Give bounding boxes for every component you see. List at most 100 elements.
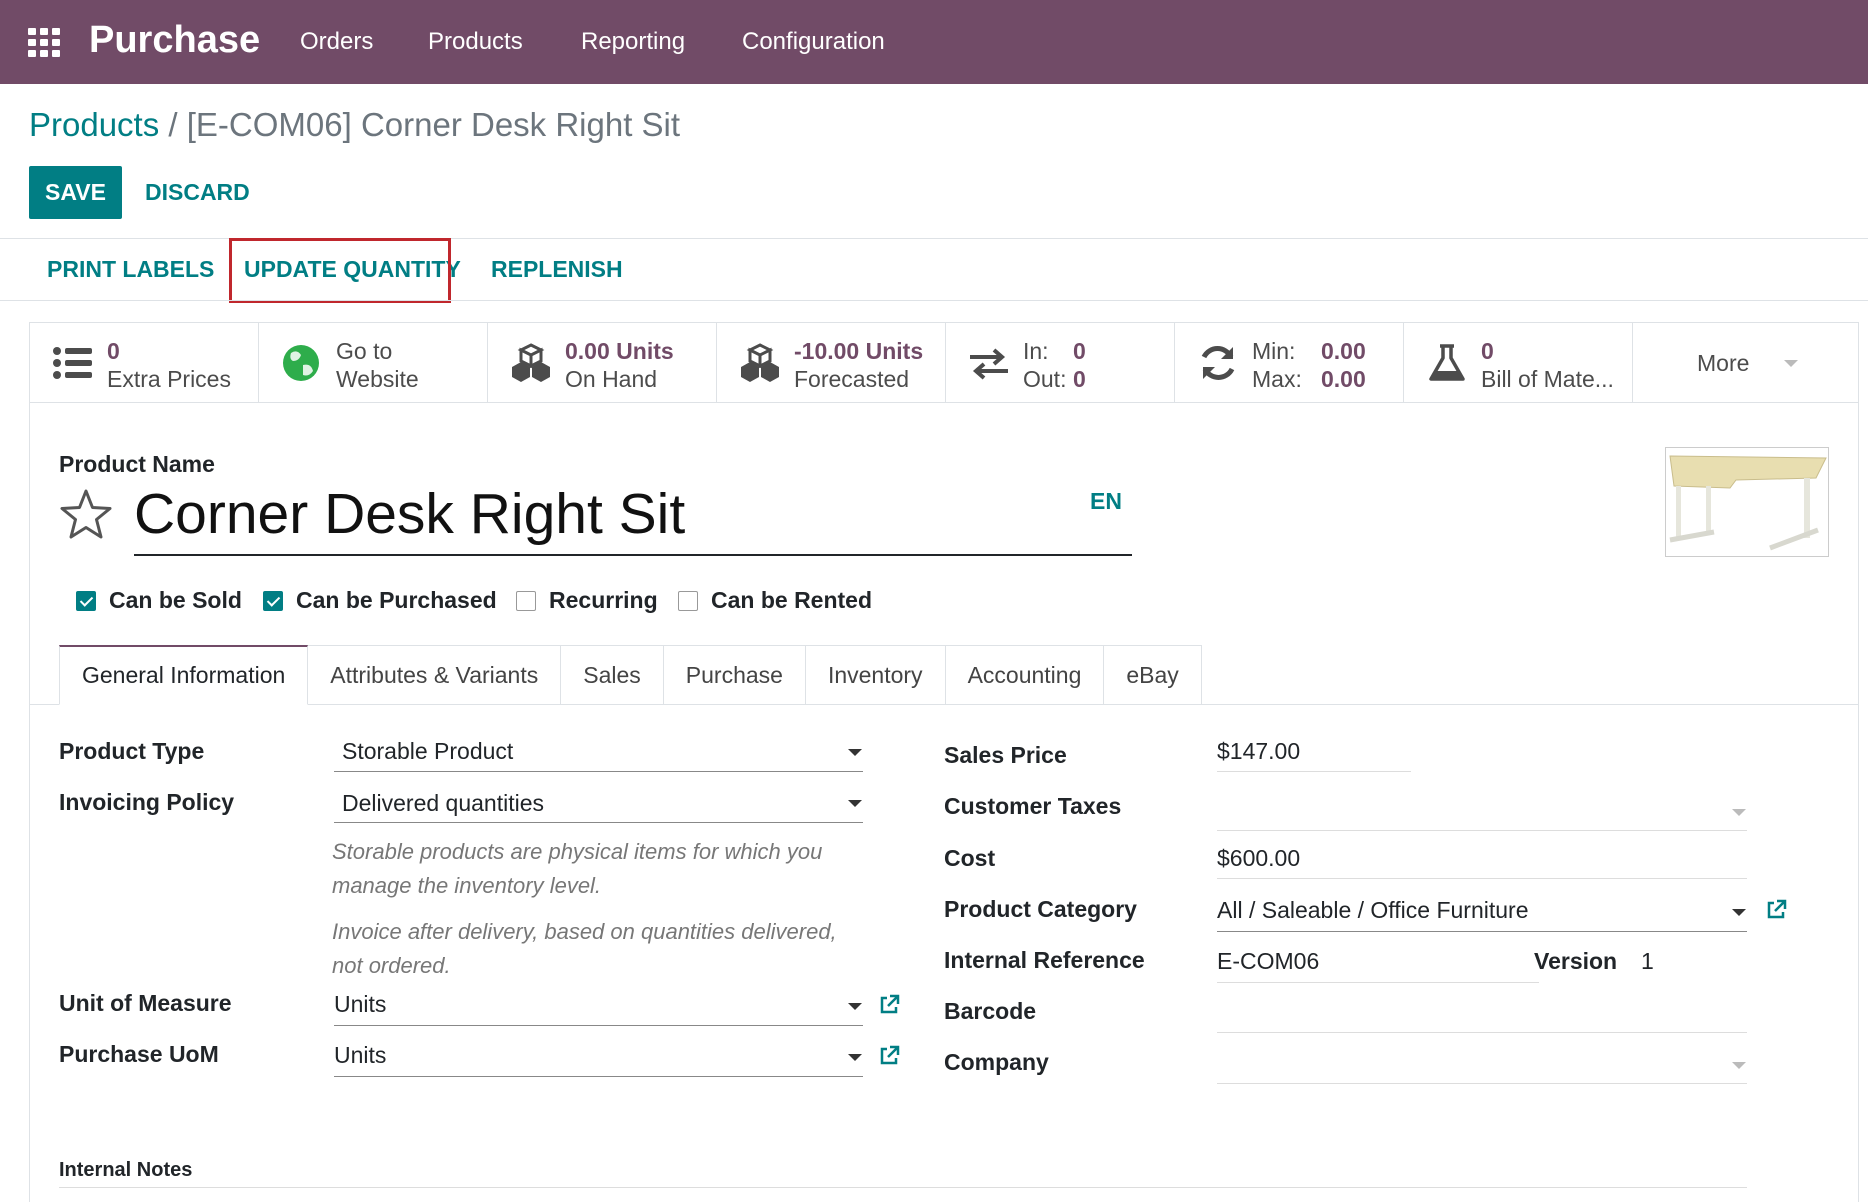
caret-down-icon[interactable] bbox=[848, 1003, 862, 1010]
caret-down-icon[interactable] bbox=[848, 749, 862, 756]
product-type-help-text: Storable products are physical items for… bbox=[332, 839, 823, 898]
go-to-website-button[interactable]: Go to Website bbox=[259, 323, 488, 402]
more-dropdown[interactable]: More bbox=[1633, 323, 1858, 402]
globe-icon bbox=[283, 345, 319, 381]
min-label: Min: bbox=[1252, 338, 1296, 364]
smart-buttons-row: 0 Extra Prices Go to Website 0.00 Units … bbox=[30, 323, 1858, 403]
tab-accounting[interactable]: Accounting bbox=[945, 645, 1105, 705]
caret-down-icon[interactable] bbox=[848, 1054, 862, 1061]
product-image[interactable] bbox=[1665, 447, 1829, 557]
menu-reporting[interactable]: Reporting bbox=[581, 28, 685, 56]
in-out-button[interactable]: In: Out: 0 0 bbox=[946, 323, 1175, 402]
input-underline bbox=[334, 1025, 863, 1026]
replenish-button[interactable]: REPLENISH bbox=[491, 256, 623, 283]
website-line1: Go to bbox=[336, 338, 393, 364]
tab-inventory[interactable]: Inventory bbox=[805, 645, 946, 705]
cubes-icon bbox=[512, 343, 550, 382]
input-underline bbox=[1217, 931, 1747, 932]
checkbox-checked[interactable] bbox=[76, 590, 96, 611]
on-hand-value: 0.00 Units bbox=[565, 338, 674, 364]
input-underline bbox=[1217, 1032, 1747, 1033]
max-value: 0.00 bbox=[1321, 366, 1366, 392]
menu-products[interactable]: Products bbox=[428, 28, 523, 56]
input-underline bbox=[334, 822, 863, 823]
barcode-label: Barcode bbox=[944, 998, 1037, 1024]
breadcrumb-products-link[interactable]: Products bbox=[29, 106, 159, 143]
out-value: 0 bbox=[1073, 366, 1086, 392]
app-name[interactable]: Purchase bbox=[89, 19, 260, 62]
breadcrumb-separator: / bbox=[159, 106, 187, 143]
save-button[interactable]: SAVE bbox=[29, 166, 122, 219]
cost-input[interactable]: $600.00 bbox=[1217, 845, 1300, 872]
invoicing-help-text: Invoice after delivery, based on quantit… bbox=[332, 919, 837, 978]
website-line2: Website bbox=[336, 366, 419, 392]
can-be-rented-checkbox[interactable]: Can be Rented bbox=[678, 587, 872, 614]
breadcrumb: Products / [E-COM06] Corner Desk Right S… bbox=[29, 106, 680, 144]
language-button[interactable]: EN bbox=[1090, 488, 1122, 515]
purchase-uom-label: Purchase UoM bbox=[59, 1041, 219, 1067]
cost-label: Cost bbox=[944, 845, 996, 871]
favorite-star-icon[interactable] bbox=[59, 488, 113, 542]
invoicing-policy-label: Invoicing Policy bbox=[59, 789, 235, 815]
tab-ebay[interactable]: eBay bbox=[1104, 645, 1202, 705]
out-label: Out: bbox=[1023, 366, 1067, 392]
invoicing-policy-select[interactable]: Delivered quantities bbox=[342, 790, 544, 817]
caret-down-icon[interactable] bbox=[1732, 809, 1746, 816]
input-underline bbox=[1217, 982, 1539, 983]
purchase-uom-select[interactable]: Units bbox=[334, 1042, 386, 1069]
apps-menu-icon[interactable] bbox=[28, 28, 60, 57]
input-underline bbox=[1217, 830, 1747, 831]
checkbox-label: Can be Rented bbox=[711, 587, 873, 613]
in-value: 0 bbox=[1073, 338, 1086, 364]
checkbox-unchecked[interactable] bbox=[678, 590, 698, 611]
caret-down-icon[interactable] bbox=[1732, 909, 1746, 916]
tab-purchase[interactable]: Purchase bbox=[663, 645, 806, 705]
checkbox-unchecked[interactable] bbox=[516, 590, 536, 611]
internal-reference-input[interactable]: E-COM06 bbox=[1217, 948, 1319, 975]
forecasted-button[interactable]: -10.00 Units Forecasted bbox=[717, 323, 946, 402]
unit-of-measure-select[interactable]: Units bbox=[334, 991, 386, 1018]
company-label: Company bbox=[944, 1049, 1049, 1075]
print-labels-button[interactable]: PRINT LABELS bbox=[47, 256, 214, 283]
extra-prices-button[interactable]: 0 Extra Prices bbox=[30, 323, 259, 402]
checkbox-label: Can be Sold bbox=[109, 587, 242, 613]
product-type-label: Product Type bbox=[59, 738, 205, 764]
unit-of-measure-label: Unit of Measure bbox=[59, 990, 232, 1016]
sales-price-label: Sales Price bbox=[944, 742, 1067, 768]
discard-button[interactable]: DISCARD bbox=[145, 179, 250, 206]
tab-general-information[interactable]: General Information bbox=[59, 645, 309, 705]
product-category-select[interactable]: All / Saleable / Office Furniture bbox=[1217, 897, 1529, 924]
menu-orders[interactable]: Orders bbox=[300, 28, 373, 56]
can-be-sold-checkbox[interactable]: Can be Sold bbox=[76, 587, 242, 614]
checkbox-label: Recurring bbox=[549, 587, 658, 613]
breadcrumb-current: [E-COM06] Corner Desk Right Sit bbox=[186, 106, 681, 143]
caret-down-icon[interactable] bbox=[848, 800, 862, 807]
tab-sales[interactable]: Sales bbox=[561, 645, 664, 705]
checkbox-checked[interactable] bbox=[263, 590, 283, 611]
version-label: Version bbox=[1534, 948, 1618, 974]
product-name-label: Product Name bbox=[59, 451, 215, 477]
on-hand-button[interactable]: 0.00 Units On Hand bbox=[488, 323, 717, 402]
sales-price-input[interactable]: $147.00 bbox=[1217, 738, 1300, 765]
product-name-input[interactable]: Corner Desk Right Sit bbox=[134, 481, 685, 547]
more-label: More bbox=[1697, 350, 1750, 376]
bill-of-materials-button[interactable]: 0 Bill of Mate... bbox=[1404, 323, 1633, 402]
external-link-icon[interactable] bbox=[1765, 899, 1787, 921]
on-hand-label: On Hand bbox=[565, 366, 658, 392]
recurring-checkbox[interactable]: Recurring bbox=[516, 587, 658, 614]
external-link-icon[interactable] bbox=[878, 1045, 900, 1067]
caret-down-icon[interactable] bbox=[1732, 1062, 1746, 1069]
external-link-icon[interactable] bbox=[878, 994, 900, 1016]
product-type-select[interactable]: Storable Product bbox=[342, 738, 513, 765]
input-underline bbox=[1217, 1083, 1747, 1084]
customer-taxes-label: Customer Taxes bbox=[944, 793, 1122, 819]
can-be-purchased-checkbox[interactable]: Can be Purchased bbox=[263, 587, 497, 614]
tab-attributes-variants[interactable]: Attributes & Variants bbox=[308, 645, 562, 705]
extra-prices-count: 0 bbox=[107, 338, 120, 364]
extra-prices-label: Extra Prices bbox=[107, 366, 231, 392]
divider bbox=[0, 300, 1868, 301]
input-underline bbox=[134, 554, 1132, 556]
menu-configuration[interactable]: Configuration bbox=[742, 28, 885, 56]
min-max-button[interactable]: Min: Max: 0.00 0.00 bbox=[1175, 323, 1404, 402]
input-underline bbox=[334, 771, 863, 772]
